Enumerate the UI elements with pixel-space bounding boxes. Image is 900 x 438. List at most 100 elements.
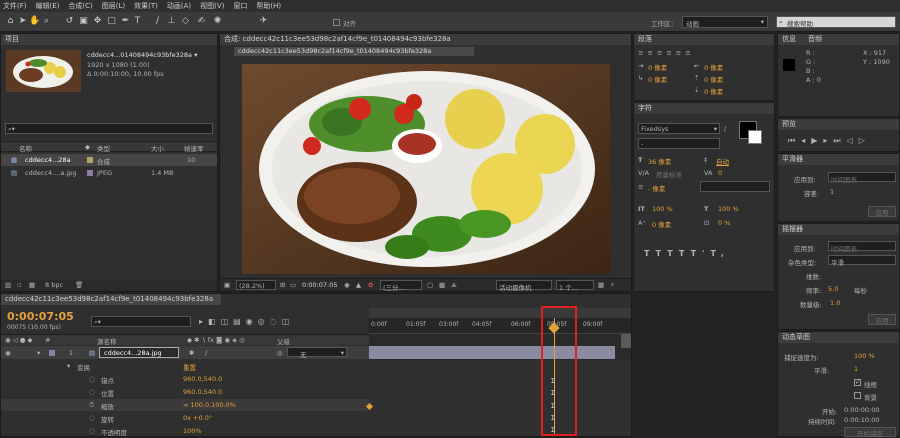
safe-margins-icon[interactable]: ⊞	[280, 281, 285, 289]
indent-right-value[interactable]: 0 像素	[704, 62, 723, 72]
transform-group-row[interactable]: ▾ 变换 重置	[1, 360, 369, 372]
menu-item[interactable]: 文件(F)	[3, 1, 27, 11]
menu-item[interactable]: 视图(V)	[200, 1, 224, 11]
table-row[interactable]: ▦ cddecc4...28a 合成 10	[1, 154, 217, 166]
space-before-value[interactable]: 0 像素	[704, 74, 723, 84]
property-row[interactable]: ◌ 不透明度 100%	[1, 425, 369, 437]
stopwatch-icon[interactable]: ◌	[89, 388, 95, 396]
baseline-shift-value[interactable]: 0 像素	[652, 219, 671, 229]
timeline-search-input[interactable]: ⌕▾	[91, 316, 191, 327]
layout-icon[interactable]: ▦	[598, 281, 604, 289]
expand-arrow-icon[interactable]: ▾	[67, 362, 70, 370]
kerning-value[interactable]: 度量标准	[656, 169, 682, 179]
property-value[interactable]: ∞ 100.0,100.0%	[183, 401, 236, 409]
smoother-tolerance-value[interactable]: 1	[830, 188, 834, 196]
stopwatch-icon[interactable]: ◌	[89, 414, 95, 422]
smoother-apply-select[interactable]: 时间图表	[828, 172, 896, 184]
always-preview-icon[interactable]: ▣	[224, 281, 230, 289]
layer-row[interactable]: ◉ ▾ 1 ▤ cddecc4...28a.jpg ✱ ∕ 无 ▾ ◎	[1, 346, 369, 359]
wireframe-checkbox[interactable]: ✓	[854, 379, 861, 386]
fast-preview-icon[interactable]: ⚡	[610, 281, 615, 289]
paragraph-align-icons[interactable]: ≡≡≡≡≡≡	[638, 49, 695, 57]
camera-select[interactable]: 活动摄像机	[496, 280, 552, 292]
workspace-select[interactable]: 动画 ▾	[682, 16, 768, 28]
first-line-indent-value[interactable]: 0 像素	[648, 74, 667, 84]
clone-tool-icon[interactable]: ⊥	[166, 16, 177, 27]
pan-behind-tool-icon[interactable]: ✥	[92, 16, 103, 27]
wiggler-apply-select[interactable]: 时间图表	[828, 241, 896, 253]
eraser-tool-icon[interactable]: ◇	[180, 16, 191, 27]
smoother-apply-button[interactable]: 应用	[868, 206, 896, 217]
indent-left-value[interactable]: 0 像素	[648, 62, 667, 72]
stopwatch-icon[interactable]: ◌	[89, 427, 95, 435]
channel-icon[interactable]: ✿	[368, 281, 373, 289]
property-row[interactable]: ◌ 位置 960.0,540.0	[1, 386, 369, 398]
tsume-value[interactable]: 0 %	[718, 219, 730, 227]
composition-tab[interactable]: cddecc42c11c3ee53d98c2af14cf9e_t01408494…	[234, 47, 474, 56]
label-color[interactable]	[87, 170, 93, 176]
wiggler-apply-button[interactable]: 应用	[868, 314, 896, 325]
shy-switch-icon[interactable]: ✱	[189, 349, 194, 357]
stopwatch-icon[interactable]: ⏱	[89, 401, 94, 410]
align-checkbox[interactable]	[333, 19, 340, 26]
composition-viewer-image[interactable]	[242, 64, 610, 274]
col-size[interactable]: 大小	[151, 143, 164, 153]
menu-item[interactable]: 编辑(E)	[36, 1, 60, 11]
rotate-tool-icon[interactable]: ↺	[64, 16, 75, 27]
mask-tool-icon[interactable]: □	[106, 16, 117, 27]
mask-visibility-icon[interactable]: ▭	[290, 281, 296, 289]
col-name[interactable]: 名称	[19, 143, 32, 153]
camera-tool-icon[interactable]: ▣	[78, 16, 89, 27]
quality-switch-icon[interactable]: ∕	[205, 349, 207, 357]
timeline-scrollbar[interactable]	[621, 334, 631, 348]
zoom-select[interactable]: (28.2%)	[236, 280, 276, 290]
transparency-grid-icon[interactable]: ▩	[439, 281, 445, 289]
project-search-input[interactable]: ⌕▾	[5, 123, 213, 134]
3d-view-icon[interactable]: ⟁	[451, 281, 457, 290]
source-name-header[interactable]: 源名称	[97, 336, 117, 346]
wiggler-noise-select[interactable]: 平滑	[828, 255, 896, 267]
info-tab[interactable]: 信息	[782, 35, 796, 43]
work-area-bar[interactable]	[369, 308, 631, 318]
property-row[interactable]: ◌ 锚点 960.0,540.0	[1, 373, 369, 385]
playback-controls[interactable]: ⏮◂▶▸⏭◁▷	[788, 136, 871, 146]
zoom-tool-icon[interactable]: ⌕	[41, 16, 52, 27]
menu-item[interactable]: 帮助(H)	[256, 1, 281, 11]
menu-item[interactable]: 效果(T)	[134, 1, 158, 11]
current-time[interactable]: 0:00:07:05	[302, 281, 338, 289]
timeline-graph[interactable]: 0:00f01:05f03:00f04:05f06:00f08:05f09:00…	[365, 306, 631, 436]
font-select[interactable]: Fixedsys ▾	[638, 123, 720, 134]
font-style-select[interactable]: -	[638, 138, 720, 149]
stroke-color-swatch[interactable]	[748, 130, 762, 144]
puppet-tool-icon[interactable]: ✺	[212, 16, 223, 27]
home-icon[interactable]: ⌂	[5, 16, 16, 27]
new-folder-icon[interactable]: ▫	[17, 281, 21, 289]
background-checkbox[interactable]	[854, 392, 861, 399]
start-capture-button[interactable]: 开始捕捉	[844, 427, 896, 438]
audio-tab[interactable]: 音频	[808, 35, 822, 43]
stroke-width-value[interactable]: - 像素	[648, 183, 665, 193]
property-value[interactable]: 960.0,540.0	[183, 388, 222, 396]
col-rate[interactable]: 帧速率	[184, 143, 204, 153]
vertical-scale-value[interactable]: 100 %	[652, 205, 673, 213]
roto-tool-icon[interactable]: ✍	[196, 16, 207, 27]
timeline-switch-icons[interactable]: ▸◧◫▤◉◎◌◫	[199, 317, 294, 326]
layer-label-color[interactable]	[49, 350, 55, 356]
property-row[interactable]: ⏱ 缩放 ∞ 100.0,100.0%	[1, 399, 369, 411]
timeline-tab[interactable]: cddecc42c11c3ee53d98c2af14cf9e_t01408494…	[1, 294, 221, 305]
stopwatch-icon[interactable]: ◌	[89, 375, 95, 383]
menu-item[interactable]: 图层(L)	[102, 1, 125, 11]
parent-header[interactable]: 父级	[277, 336, 290, 346]
col-type[interactable]: 类型	[97, 143, 110, 153]
search-help-input[interactable]: ⌕ 搜索帮助	[776, 16, 896, 28]
selection-tool-icon[interactable]: ➤	[17, 16, 28, 27]
eyedropper-icon[interactable]: ∕	[724, 125, 726, 133]
reset-link[interactable]: 重置	[183, 362, 196, 372]
menu-item[interactable]: 动画(A)	[167, 1, 191, 11]
capture-speed-value[interactable]: 100 %	[854, 352, 875, 360]
expand-arrow-icon[interactable]: ▾	[37, 349, 40, 357]
hand-tool-icon[interactable]: ✋	[29, 16, 40, 27]
snapshot-icon[interactable]: ◉	[344, 281, 350, 289]
stroke-mode-select[interactable]	[700, 181, 770, 192]
smoothing-value[interactable]: 1	[854, 365, 858, 373]
